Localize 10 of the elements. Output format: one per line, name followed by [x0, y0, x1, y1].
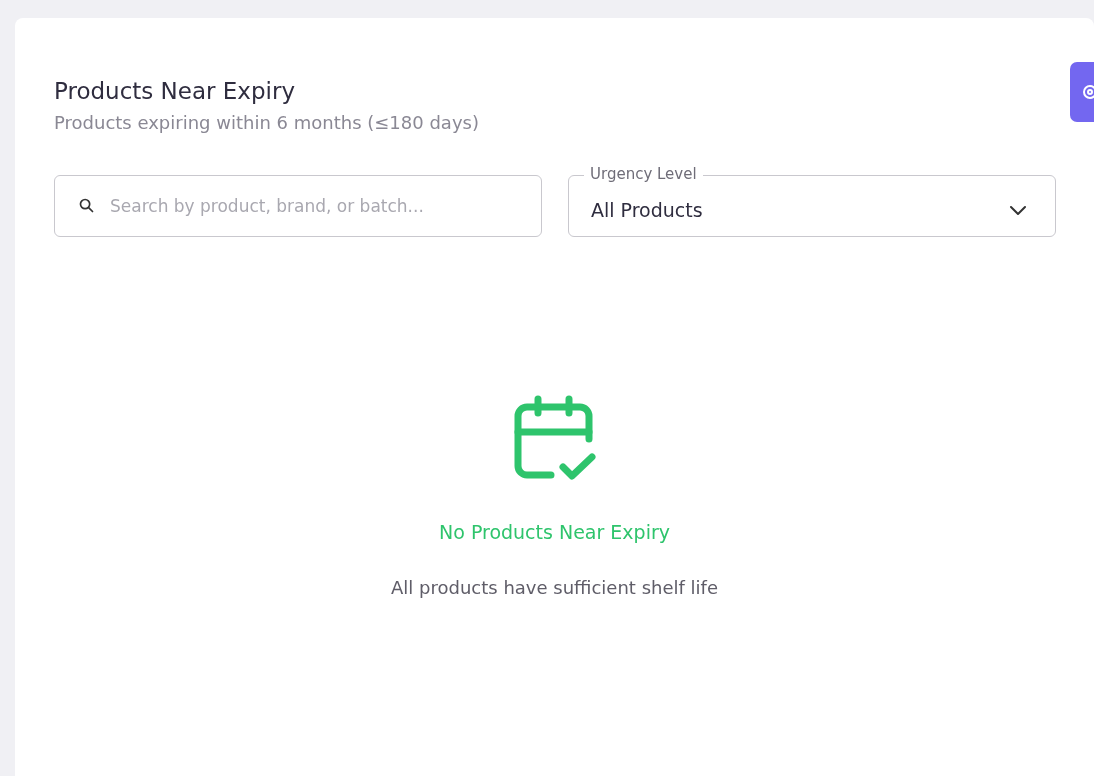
select-value: All Products	[591, 199, 703, 221]
select-label: Urgency Level	[584, 164, 703, 184]
panel-subtitle: Products expiring within 6 months (≤180 days)	[54, 112, 480, 133]
empty-state-message: All products have sufficient shelf life	[391, 577, 718, 598]
search-field[interactable]: Search by product, brand, or batch...	[54, 175, 542, 237]
panel-title: Products Near Expiry	[54, 78, 297, 104]
empty-state-title: No Products Near Expiry	[439, 521, 670, 543]
search-icon	[78, 197, 95, 214]
calendar-check-icon	[512, 395, 597, 483]
chevron-down-icon	[1009, 204, 1027, 216]
